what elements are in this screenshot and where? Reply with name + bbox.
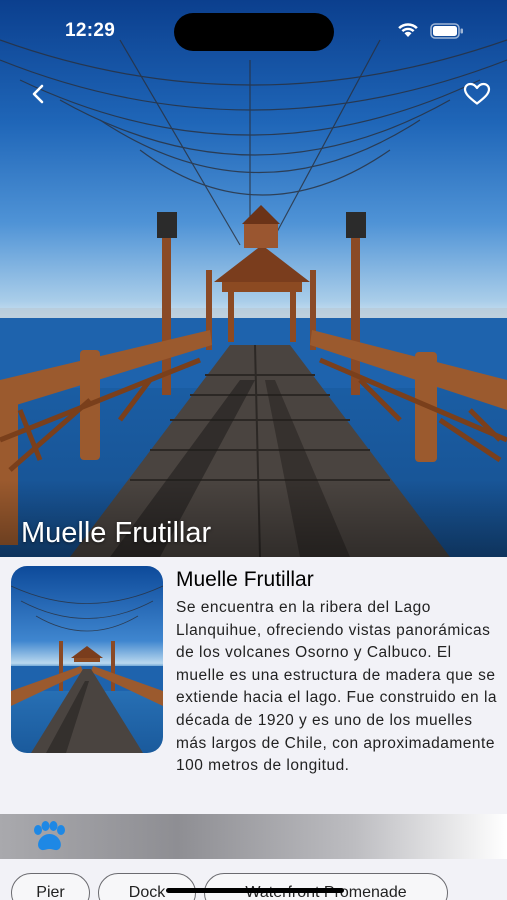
paw-icon bbox=[34, 821, 65, 851]
category-strip bbox=[0, 814, 507, 859]
hero-title: Muelle Frutillar bbox=[21, 517, 212, 549]
place-thumbnail[interactable] bbox=[11, 566, 163, 753]
info-section: Muelle Frutillar Se encuentra en la ribe… bbox=[0, 557, 507, 814]
place-description: Se encuentra en la ribera del Lago Llanq… bbox=[176, 599, 498, 775]
hero-image: 12:29 Muelle Frutillar bbox=[0, 0, 507, 557]
place-title: Muelle Frutillar bbox=[176, 568, 314, 591]
pier-photo bbox=[0, 39, 507, 557]
home-indicator[interactable] bbox=[166, 888, 344, 893]
tag-pier[interactable]: Pier bbox=[11, 873, 90, 900]
favorite-button[interactable] bbox=[460, 78, 494, 110]
back-button[interactable] bbox=[22, 78, 54, 110]
heart-icon bbox=[463, 82, 491, 105]
tag-waterfront-promenade[interactable]: Waterfront Promenade bbox=[204, 873, 448, 900]
dynamic-island bbox=[174, 13, 334, 51]
tag-list: Pier Dock Waterfront Promenade bbox=[0, 859, 507, 900]
tag-label: Dock bbox=[128, 884, 166, 900]
tag-label: Pier bbox=[36, 884, 65, 900]
chevron-left-icon bbox=[32, 84, 44, 104]
wifi-icon bbox=[398, 23, 418, 37]
status-time: 12:29 bbox=[65, 20, 116, 41]
status-bar: 12:29 bbox=[0, 0, 507, 60]
tag-dock[interactable]: Dock bbox=[98, 873, 196, 900]
pier-thumbnail-photo bbox=[11, 585, 163, 753]
battery-icon bbox=[430, 23, 463, 39]
